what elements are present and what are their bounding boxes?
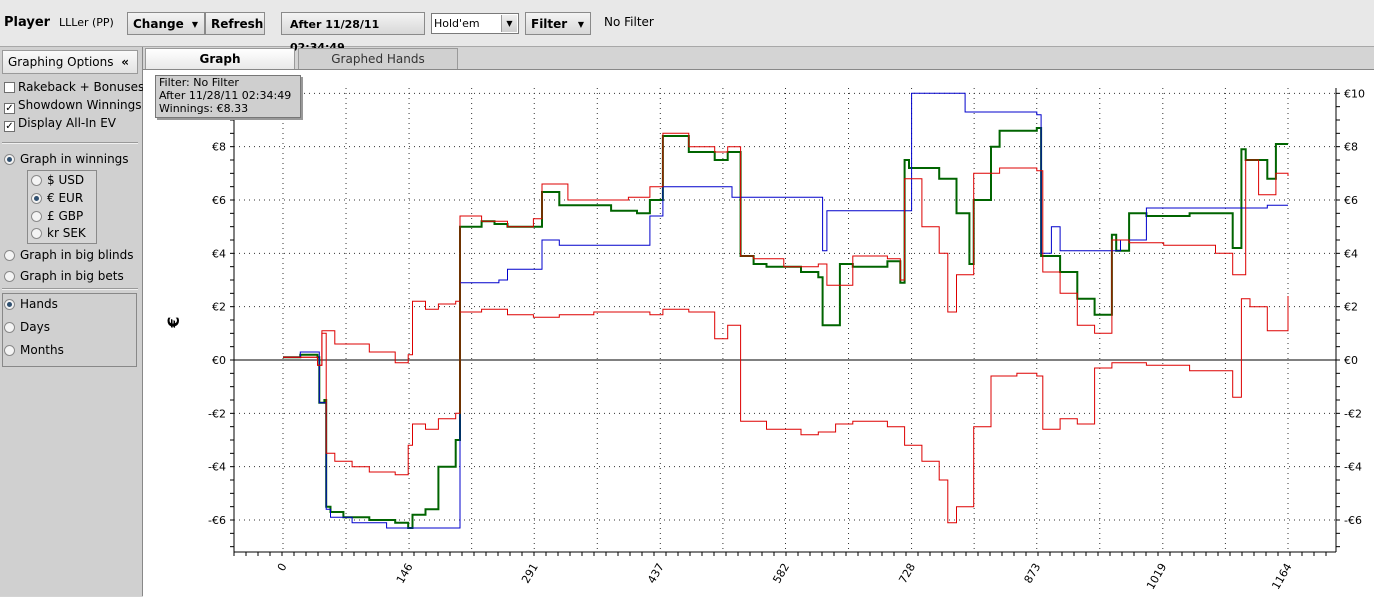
graphing-options-panel: Graphing Options « Rakeback + Bonuses ✓ S… (0, 47, 144, 596)
y-tick-label-right: €6 (1344, 194, 1358, 207)
y-tick-label-left: €4 (212, 247, 226, 260)
game-type-select[interactable]: Hold'em ▼ (431, 13, 519, 34)
checkbox-checked-icon[interactable]: ✓ (4, 121, 15, 132)
x-tick-label: 0 (275, 561, 290, 574)
radio-label: $ USD (47, 173, 85, 187)
info-winnings: Winnings: €8.33 (159, 102, 249, 115)
radio-icon[interactable] (4, 345, 15, 356)
radio-icon[interactable] (4, 250, 15, 261)
currency-sek-radio[interactable]: kr SEK (31, 225, 86, 241)
radio-selected-icon[interactable] (4, 299, 15, 310)
refresh-button[interactable]: Refresh (205, 12, 265, 35)
date-filter-button[interactable]: After 11/28/11 02:34:49 (281, 12, 425, 54)
divider (2, 288, 138, 290)
radio-label: kr SEK (47, 226, 86, 240)
showdown-winnings-checkbox[interactable]: ✓ Showdown Winnings (4, 97, 142, 114)
filter-status: No Filter (604, 15, 654, 29)
radio-label: £ GBP (47, 209, 84, 223)
display-allin-ev-checkbox[interactable]: ✓ Display All-In EV (4, 115, 117, 132)
radio-label: Graph in winnings (20, 152, 129, 166)
y-tick-label-right: €0 (1344, 354, 1358, 367)
graphing-options-title: Graphing Options (8, 55, 114, 69)
y-tick-label-left: €2 (212, 301, 226, 314)
y-tick-label-right: €8 (1344, 141, 1358, 154)
currency-gbp-radio[interactable]: £ GBP (31, 208, 83, 224)
filter-button-label: Filter (531, 17, 568, 31)
time-hands-radio[interactable]: Hands (4, 296, 58, 312)
tab-graph[interactable]: Graph (145, 48, 295, 69)
game-type-value: Hold'em (434, 17, 480, 30)
radio-icon[interactable] (31, 211, 42, 222)
player-name: LLLer (PP) (59, 16, 114, 29)
change-button-label: Change (133, 17, 184, 31)
change-button[interactable]: Change ▼ (127, 12, 205, 35)
dropdown-arrow-icon: ▼ (577, 20, 584, 29)
graph-tabs: Graph Graphed Hands (143, 47, 1374, 69)
y-tick-label-left: -€2 (208, 407, 226, 420)
chevron-down-icon[interactable]: ▼ (501, 15, 517, 32)
radio-icon[interactable] (31, 228, 42, 239)
checkbox-checked-icon[interactable]: ✓ (4, 103, 15, 114)
x-tick-label: 291 (519, 561, 541, 586)
radio-selected-icon[interactable] (4, 154, 15, 165)
x-tick-label: 873 (1022, 561, 1044, 586)
graph-in-big-bets-radio[interactable]: Graph in big bets (4, 268, 124, 284)
radio-label: € EUR (47, 191, 84, 205)
dropdown-arrow-icon: ▼ (191, 20, 198, 29)
time-days-radio[interactable]: Days (4, 319, 50, 335)
y-tick-label-left: -€4 (208, 461, 226, 474)
y-tick-label-right: €2 (1344, 301, 1358, 314)
graph-in-winnings-radio[interactable]: Graph in winnings (4, 151, 129, 167)
rakeback-checkbox[interactable]: Rakeback + Bonuses (4, 79, 144, 95)
radio-selected-icon[interactable] (31, 193, 42, 204)
x-tick-label: 146 (394, 561, 416, 586)
graph-in-big-blinds-radio[interactable]: Graph in big blinds (4, 247, 134, 263)
x-tick-label: 582 (770, 561, 792, 586)
y-axis-label: € (164, 316, 183, 328)
y-tick-label-left: €0 (212, 354, 226, 367)
y-tick-label-left: €6 (212, 194, 226, 207)
x-tick-label: 728 (896, 561, 918, 586)
divider (2, 142, 138, 144)
radio-label: Months (20, 343, 64, 357)
tab-graphed-hands[interactable]: Graphed Hands (298, 48, 458, 69)
radio-icon[interactable] (31, 175, 42, 186)
radio-label: Graph in big blinds (20, 248, 134, 262)
y-tick-label-right: -€4 (1344, 461, 1362, 474)
radio-label: Hands (20, 297, 58, 311)
checkbox-label: Display All-In EV (18, 116, 117, 130)
y-tick-label-right: -€2 (1344, 407, 1362, 420)
info-filter: Filter: No Filter (159, 76, 239, 89)
y-tick-label-right: €10 (1344, 87, 1365, 100)
radio-icon[interactable] (4, 271, 15, 282)
currency-usd-radio[interactable]: $ USD (31, 172, 84, 188)
player-label: Player (4, 15, 51, 30)
radio-label: Graph in big bets (20, 269, 124, 283)
x-tick-label: 1164 (1269, 561, 1294, 592)
x-tick-label: 1019 (1144, 561, 1169, 592)
y-tick-label-left: €8 (212, 141, 226, 154)
graph-info-box: Filter: No Filter After 11/28/11 02:34:4… (155, 75, 301, 118)
radio-label: Days (20, 320, 50, 334)
checkbox-icon[interactable] (4, 82, 15, 93)
collapse-panel-icon[interactable]: « (121, 51, 129, 73)
checkbox-label: Showdown Winnings (18, 98, 142, 112)
radio-icon[interactable] (4, 322, 15, 333)
time-months-radio[interactable]: Months (4, 342, 64, 358)
y-tick-label-right: €4 (1344, 247, 1358, 260)
filter-button[interactable]: Filter ▼ (525, 12, 591, 35)
winnings-chart: -€6 -€6 -€4 -€4 -€2 -€2 €0 €0 €2 €2 €4 €4 €6 €6 €8 €8 €1… (164, 87, 1365, 592)
y-tick-label-right: -€6 (1344, 514, 1362, 527)
checkbox-label: Rakeback + Bonuses (18, 80, 145, 94)
graph-area: -€6 -€6 -€4 -€4 -€2 -€2 €0 €0 €2 €2 €4 €4 €6 €6 €8 €8 €1… (143, 69, 1374, 597)
y-tick-label-left: -€6 (208, 514, 226, 527)
top-toolbar: Player LLLer (PP) Change ▼ Refresh After… (0, 0, 1374, 54)
x-tick-label: 437 (645, 561, 667, 586)
graphing-options-header: Graphing Options « (2, 50, 138, 74)
info-date: After 11/28/11 02:34:49 (159, 89, 292, 102)
currency-eur-radio[interactable]: € EUR (31, 190, 83, 206)
